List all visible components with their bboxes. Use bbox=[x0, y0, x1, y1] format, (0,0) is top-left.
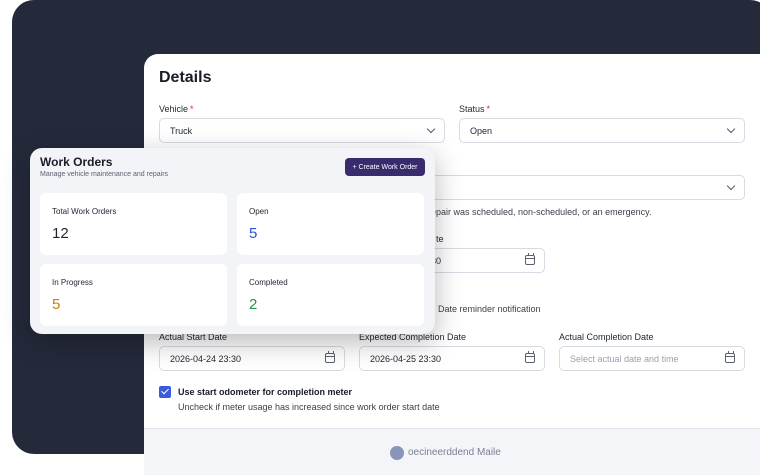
calendar-icon[interactable] bbox=[725, 351, 735, 363]
vehicle-select[interactable]: Truck bbox=[159, 118, 445, 143]
status-label: Status * bbox=[459, 104, 491, 114]
odometer-checkbox[interactable] bbox=[159, 386, 171, 398]
actual-start-value: 2026-04-24 23:30 bbox=[170, 354, 242, 364]
chevron-down-icon bbox=[726, 124, 736, 134]
repair-type-select[interactable] bbox=[414, 175, 745, 200]
vehicle-value: Truck bbox=[170, 126, 193, 136]
status-value: Open bbox=[470, 126, 493, 136]
stat-card-total: Total Work Orders 12 bbox=[40, 193, 227, 255]
stat-label: Completed bbox=[249, 278, 288, 287]
work-orders-subtitle: Manage vehicle maintenance and repairs bbox=[40, 171, 169, 178]
stat-card-in-progress: In Progress 5 bbox=[40, 264, 227, 326]
odometer-checkbox-help: Uncheck if meter usage has increased sin… bbox=[178, 402, 440, 412]
work-orders-card: Work Orders Manage vehicle maintenance a… bbox=[30, 148, 435, 334]
actual-completion-placeholder: Select actual date and time bbox=[570, 354, 679, 364]
footer: oecineerddend Maile bbox=[144, 428, 760, 475]
actual-completion-label: Actual Completion Date bbox=[559, 332, 654, 342]
stat-value: 12 bbox=[52, 225, 69, 242]
create-work-order-button[interactable]: + Create Work Order bbox=[345, 158, 425, 176]
stat-label: Total Work Orders bbox=[52, 207, 117, 216]
reminder-text: Date reminder notification bbox=[438, 304, 541, 314]
work-orders-title: Work Orders bbox=[40, 155, 113, 169]
required-marker: * bbox=[190, 104, 194, 114]
calendar-icon[interactable] bbox=[325, 351, 335, 363]
page-title: Details bbox=[159, 69, 212, 86]
repair-type-help: epair was scheduled, non-scheduled, or a… bbox=[431, 207, 652, 217]
date-label-partial: te bbox=[436, 234, 444, 244]
expected-completion-field[interactable]: 2026-04-25 23:30 bbox=[359, 346, 545, 371]
stat-value: 5 bbox=[52, 296, 61, 313]
expected-completion-value: 2026-04-25 23:30 bbox=[370, 354, 442, 364]
stat-value: 2 bbox=[249, 296, 258, 313]
vehicle-label: Vehicle * bbox=[159, 104, 194, 114]
status-select[interactable]: Open bbox=[459, 118, 745, 143]
stat-label: In Progress bbox=[52, 278, 93, 287]
calendar-icon[interactable] bbox=[525, 253, 535, 265]
stat-label: Open bbox=[249, 207, 269, 216]
stat-card-completed: Completed 2 bbox=[237, 264, 424, 326]
required-marker: * bbox=[486, 104, 491, 114]
odometer-checkbox-label: Use start odometer for completion meter bbox=[178, 387, 353, 397]
chevron-down-icon bbox=[726, 181, 736, 191]
actual-start-field[interactable]: 2026-04-24 23:30 bbox=[159, 346, 345, 371]
chevron-down-icon bbox=[426, 124, 436, 134]
calendar-icon[interactable] bbox=[525, 351, 535, 363]
footer-text: oecineerddend Maile bbox=[408, 447, 501, 458]
stat-value: 5 bbox=[249, 225, 258, 242]
actual-completion-field[interactable]: Select actual date and time bbox=[559, 346, 745, 371]
footer-logo-icon bbox=[390, 446, 404, 460]
stat-card-open: Open 5 bbox=[237, 193, 424, 255]
